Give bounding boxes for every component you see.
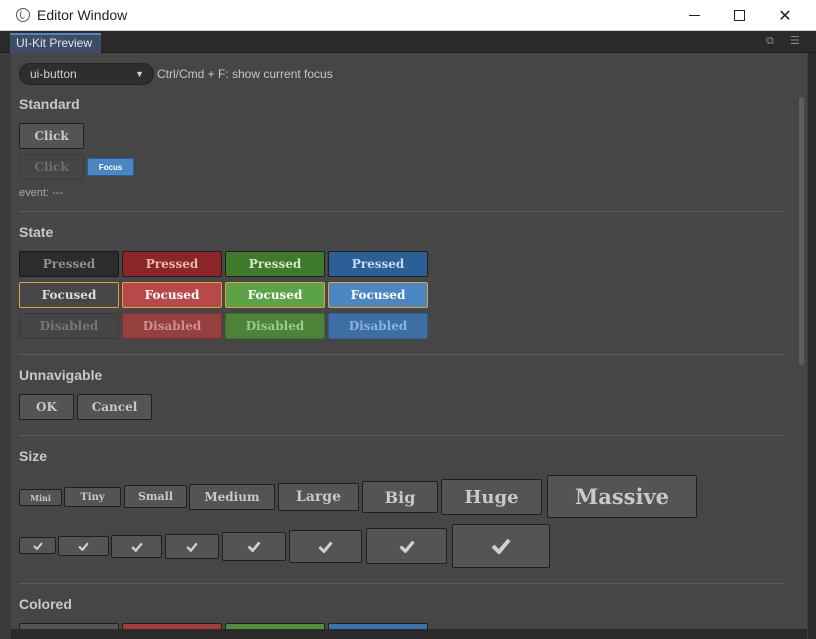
component-select-value: ui-button xyxy=(30,67,77,81)
click-button-disabled: Click xyxy=(19,154,84,180)
check-icon xyxy=(398,540,415,553)
panel-menu-icon[interactable]: ☰ xyxy=(790,35,800,47)
section-title-colored: Colored xyxy=(19,596,72,612)
size-icon-button-small[interactable] xyxy=(111,535,162,558)
minimize-icon xyxy=(688,15,700,16)
bottom-edge xyxy=(11,629,807,639)
check-icon xyxy=(78,541,89,551)
check-icon xyxy=(247,541,261,552)
size-icon-button-mini[interactable] xyxy=(19,537,56,554)
minimize-button[interactable] xyxy=(671,0,717,31)
section-title-unnavigable: Unnavigable xyxy=(19,367,103,383)
section-divider xyxy=(19,435,786,436)
check-icon xyxy=(32,541,43,550)
check-icon xyxy=(130,542,143,552)
size-icon-button-big[interactable] xyxy=(289,530,362,563)
focus-button[interactable]: Focus xyxy=(87,158,134,176)
size-button-large[interactable]: Large xyxy=(278,483,359,511)
vertical-scrollbar[interactable] xyxy=(799,97,804,365)
maximize-icon xyxy=(733,10,745,21)
check-icon xyxy=(491,538,511,554)
size-button-huge[interactable]: Huge xyxy=(441,479,542,515)
pressed-button-default[interactable]: Pressed xyxy=(19,251,119,277)
size-icon-button-medium[interactable] xyxy=(165,534,219,559)
check-icon xyxy=(318,541,333,553)
tab-ui-kit-preview[interactable]: UI-Kit Preview xyxy=(10,33,102,53)
section-divider xyxy=(19,211,786,212)
ok-button[interactable]: OK xyxy=(19,394,74,420)
disabled-button-green: Disabled xyxy=(225,313,325,339)
size-button-mini[interactable]: Mini xyxy=(19,489,62,506)
size-button-small[interactable]: Small xyxy=(124,485,187,508)
pressed-button-blue[interactable]: Pressed xyxy=(328,251,428,277)
disabled-button-red: Disabled xyxy=(122,313,222,339)
size-button-massive[interactable]: Massive xyxy=(547,475,697,518)
size-icon-button-massive[interactable] xyxy=(452,524,550,568)
window-title: Editor Window xyxy=(37,7,128,23)
pressed-button-red[interactable]: Pressed xyxy=(122,251,222,277)
component-select[interactable]: ui-button ▼ xyxy=(19,63,154,85)
focused-button-red[interactable]: Focused xyxy=(122,282,222,308)
size-icon-button-huge[interactable] xyxy=(366,528,447,564)
window-titlebar[interactable]: Editor Window ✕ xyxy=(0,0,816,31)
focused-button-default[interactable]: Focused xyxy=(19,282,119,308)
focus-shortcut-hint: Ctrl/Cmd + F: show current focus xyxy=(157,67,333,81)
click-button[interactable]: Click xyxy=(19,123,84,149)
popout-icon[interactable]: ⧉ xyxy=(766,35,774,47)
section-divider xyxy=(19,354,786,355)
section-title-size: Size xyxy=(19,448,48,464)
event-output: event: --- xyxy=(19,187,64,199)
app-logo-icon xyxy=(16,8,30,22)
focused-button-blue[interactable]: Focused xyxy=(328,282,428,308)
size-icon-button-large[interactable] xyxy=(222,532,286,561)
maximize-button[interactable] xyxy=(716,0,762,31)
focused-button-green[interactable]: Focused xyxy=(225,282,325,308)
check-icon xyxy=(186,542,198,552)
chevron-down-icon: ▼ xyxy=(135,69,144,79)
section-divider xyxy=(19,583,786,584)
right-edge-strip xyxy=(808,53,816,639)
close-icon: ✕ xyxy=(778,6,792,25)
panel-tabbar: UI-Kit Preview ⧉ ☰ xyxy=(0,31,816,53)
disabled-button-blue: Disabled xyxy=(328,313,428,339)
cancel-button[interactable]: Cancel xyxy=(77,394,152,420)
section-title-state: State xyxy=(19,224,54,240)
size-button-medium[interactable]: Medium xyxy=(189,484,275,510)
close-button[interactable]: ✕ xyxy=(762,0,808,31)
size-button-tiny[interactable]: Tiny xyxy=(64,487,121,507)
section-title-standard: Standard xyxy=(19,96,80,112)
size-button-big[interactable]: Big xyxy=(362,481,438,513)
size-icon-button-tiny[interactable] xyxy=(58,536,109,556)
pressed-button-green[interactable]: Pressed xyxy=(225,251,325,277)
disabled-button-default: Disabled xyxy=(19,313,119,339)
